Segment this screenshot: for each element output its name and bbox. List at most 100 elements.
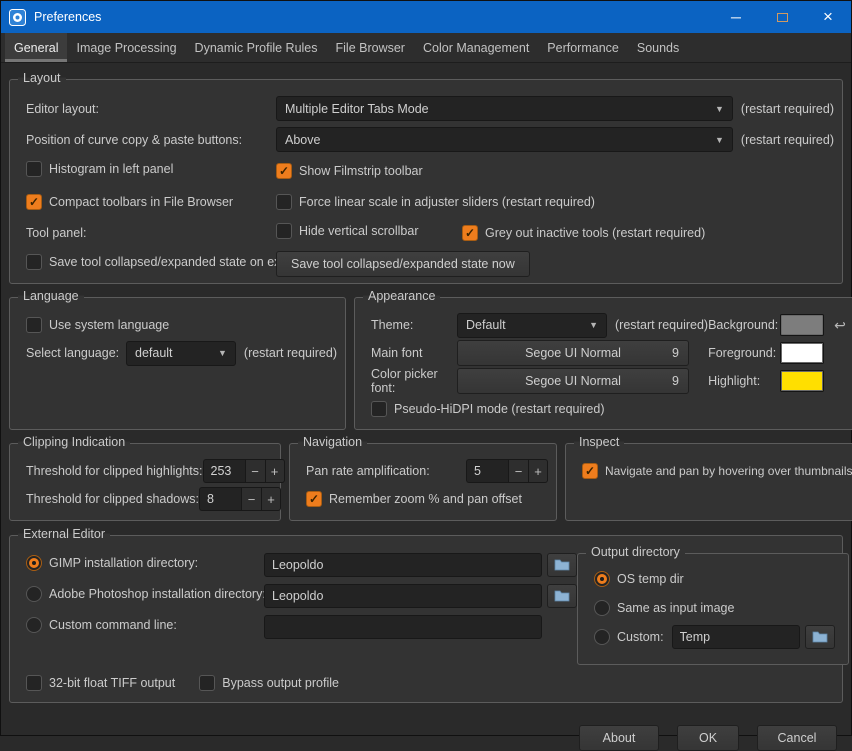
- layout-group: Layout Editor layout: Multiple Editor Ta…: [9, 79, 843, 284]
- checkbox-box[interactable]: [371, 401, 387, 417]
- window-controls: ─ ×: [713, 1, 851, 33]
- force-linear-checkbox[interactable]: Force linear scale in adjuster sliders (…: [276, 194, 595, 210]
- cancel-button[interactable]: Cancel: [757, 725, 837, 751]
- custom-output-browse-button[interactable]: [805, 625, 835, 649]
- custom-output-radio[interactable]: Custom:: [594, 629, 664, 645]
- photoshop-directory-input[interactable]: [264, 584, 542, 608]
- tab-color-management[interactable]: Color Management: [414, 33, 538, 62]
- checkmark-icon[interactable]: ✓: [462, 225, 478, 241]
- background-color-label: Background:: [708, 318, 780, 332]
- minus-icon[interactable]: −: [245, 459, 265, 483]
- clipping-indication-group: Clipping Indication Threshold for clippe…: [9, 443, 281, 521]
- radio-button[interactable]: [26, 586, 42, 602]
- grey-out-inactive-checkbox[interactable]: ✓ Grey out inactive tools (restart requi…: [462, 225, 705, 241]
- layout-group-title: Layout: [18, 71, 66, 85]
- gimp-browse-button[interactable]: [547, 553, 577, 577]
- tab-file-browser[interactable]: File Browser: [327, 33, 414, 62]
- checkbox-box[interactable]: [199, 675, 215, 691]
- compact-toolbars-checkbox[interactable]: ✓ Compact toolbars in File Browser: [26, 194, 233, 210]
- close-button[interactable]: ×: [805, 1, 851, 33]
- minus-icon[interactable]: −: [241, 487, 261, 511]
- tab-general[interactable]: General: [5, 33, 67, 62]
- minus-icon[interactable]: −: [508, 459, 528, 483]
- same-as-input-radio[interactable]: Same as input image: [594, 600, 734, 616]
- checkbox-box[interactable]: [276, 223, 292, 239]
- minimize-icon: ─: [731, 9, 741, 25]
- language-dropdown[interactable]: default ▼: [126, 341, 236, 366]
- pseudo-hidpi-checkbox[interactable]: Pseudo-HiDPI mode (restart required): [371, 401, 605, 417]
- checkbox-box[interactable]: [26, 317, 42, 333]
- show-filmstrip-checkbox[interactable]: ✓ Show Filmstrip toolbar: [276, 163, 423, 179]
- tab-dynamic-profile-rules[interactable]: Dynamic Profile Rules: [186, 33, 327, 62]
- color-picker-font-button[interactable]: Segoe UI Normal 9: [457, 368, 689, 394]
- custom-command-input[interactable]: [264, 615, 542, 639]
- hover-navigate-checkbox[interactable]: ✓ Navigate and pan by hovering over thum…: [582, 463, 852, 479]
- checkmark-icon[interactable]: ✓: [26, 194, 42, 210]
- save-state-now-button[interactable]: Save tool collapsed/expanded state now: [276, 251, 530, 277]
- main-font-button[interactable]: Segoe UI Normal 9: [457, 340, 689, 366]
- restart-required-note: (restart required): [741, 102, 834, 116]
- background-color-swatch[interactable]: [780, 314, 824, 336]
- hide-scrollbar-checkbox[interactable]: Hide vertical scrollbar: [276, 223, 418, 239]
- output-directory-group: Output directory OS temp dir Same as inp…: [577, 553, 849, 665]
- checkbox-box[interactable]: [26, 161, 42, 177]
- plus-icon[interactable]: +: [528, 459, 548, 483]
- radio-button[interactable]: [594, 600, 610, 616]
- main-font-label: Main font: [371, 346, 457, 360]
- custom-output-input[interactable]: [672, 625, 800, 649]
- editor-layout-dropdown[interactable]: Multiple Editor Tabs Mode ▼: [276, 96, 733, 121]
- custom-command-radio[interactable]: Custom command line:: [26, 617, 177, 633]
- checkmark-icon[interactable]: ✓: [276, 163, 292, 179]
- checkbox-box[interactable]: [26, 675, 42, 691]
- tab-image-processing[interactable]: Image Processing: [67, 33, 185, 62]
- checkmark-icon[interactable]: ✓: [582, 463, 598, 479]
- checkbox-box[interactable]: [276, 194, 292, 210]
- ok-button[interactable]: OK: [677, 725, 739, 751]
- tiff-output-checkbox[interactable]: 32-bit float TIFF output: [26, 675, 175, 691]
- os-temp-dir-radio[interactable]: OS temp dir: [594, 571, 684, 587]
- photoshop-directory-radio[interactable]: Adobe Photoshop installation directory:: [26, 586, 266, 602]
- use-system-language-checkbox[interactable]: Use system language: [26, 317, 169, 333]
- reset-arrow-icon[interactable]: ↩: [834, 317, 846, 334]
- about-button[interactable]: About: [579, 725, 659, 751]
- plus-icon[interactable]: +: [261, 487, 281, 511]
- radio-button[interactable]: [594, 629, 610, 645]
- folder-icon: [554, 589, 570, 602]
- pan-rate-label: Pan rate amplification:: [306, 464, 466, 478]
- tab-performance[interactable]: Performance: [538, 33, 628, 62]
- picker-font-size: 9: [672, 374, 679, 388]
- checkbox-box[interactable]: [26, 254, 42, 270]
- clipped-highlights-value[interactable]: 253: [203, 459, 245, 483]
- curve-buttons-dropdown[interactable]: Above ▼: [276, 127, 733, 152]
- language-group: Language Use system language Select lang…: [9, 297, 346, 430]
- select-language-label: Select language:: [26, 346, 126, 360]
- pan-rate-value[interactable]: 5: [466, 459, 508, 483]
- remember-zoom-checkbox[interactable]: ✓ Remember zoom % and pan offset: [306, 491, 522, 507]
- clipped-shadows-value[interactable]: 8: [199, 487, 241, 511]
- chevron-down-icon: ▼: [703, 135, 724, 145]
- gimp-directory-radio[interactable]: GIMP installation directory:: [26, 555, 198, 571]
- bypass-profile-checkbox[interactable]: Bypass output profile: [199, 675, 339, 691]
- appearance-group: Appearance Theme: Default ▼ (restart req…: [354, 297, 852, 430]
- pan-rate-spinner: 5 − +: [466, 459, 548, 483]
- external-editor-group: External Editor GIMP installation direct…: [9, 535, 843, 703]
- minimize-button[interactable]: ─: [713, 1, 759, 33]
- radio-button[interactable]: [594, 571, 610, 587]
- plus-icon[interactable]: +: [265, 459, 285, 483]
- highlight-color-swatch[interactable]: [780, 370, 824, 392]
- save-state-exit-checkbox[interactable]: Save tool collapsed/expanded state on ex…: [26, 254, 287, 270]
- photoshop-browse-button[interactable]: [547, 584, 577, 608]
- maximize-button[interactable]: [759, 1, 805, 33]
- clipping-navigation-inspect-row: Clipping Indication Threshold for clippe…: [9, 443, 843, 521]
- tab-sounds[interactable]: Sounds: [628, 33, 688, 62]
- gimp-directory-input[interactable]: [264, 553, 542, 577]
- radio-button[interactable]: [26, 555, 42, 571]
- radio-button[interactable]: [26, 617, 42, 633]
- window-title: Preferences: [34, 10, 101, 24]
- foreground-color-swatch[interactable]: [780, 342, 824, 364]
- navigation-group: Navigation Pan rate amplification: 5 − +…: [289, 443, 557, 521]
- histogram-left-checkbox[interactable]: Histogram in left panel: [26, 161, 173, 177]
- theme-dropdown[interactable]: Default ▼: [457, 313, 607, 338]
- appearance-group-title: Appearance: [363, 289, 440, 303]
- checkmark-icon[interactable]: ✓: [306, 491, 322, 507]
